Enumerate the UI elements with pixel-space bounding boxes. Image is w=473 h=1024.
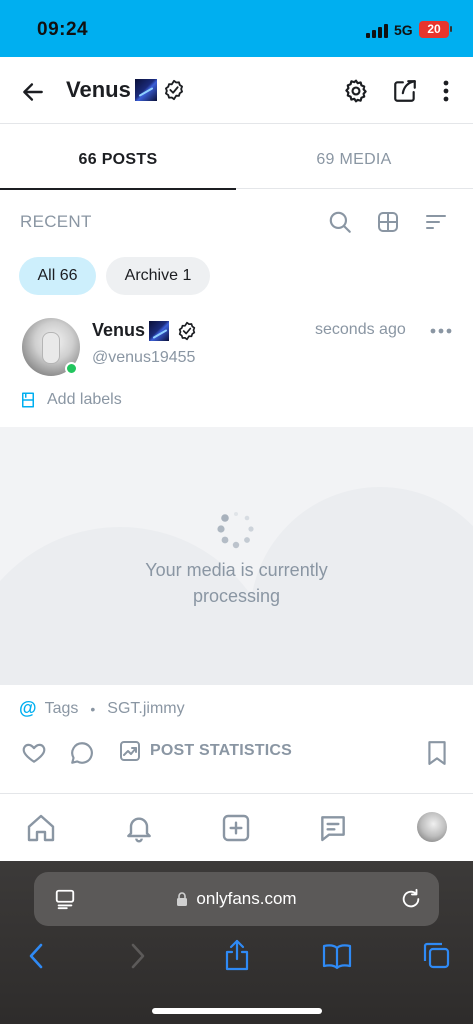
page-title: Venus [66, 77, 185, 103]
tagged-user[interactable]: SGT.jimmy [107, 700, 184, 718]
battery-icon: 20 [419, 21, 452, 38]
add-labels-text: Add labels [47, 391, 122, 408]
profile-name: Venus [66, 77, 131, 102]
search-icon[interactable] [326, 208, 354, 236]
at-icon: @ [19, 698, 37, 718]
chevron-right-icon[interactable] [124, 941, 152, 971]
tab-posts[interactable]: 66 POSTS [0, 131, 236, 190]
more-vertical-icon[interactable] [436, 77, 456, 105]
bottom-navigation [0, 793, 473, 861]
lock-icon [176, 892, 188, 906]
filter-archive-chip[interactable]: Archive 1 [106, 257, 210, 295]
profile-tabs: 66 POSTS 69 MEDIA [0, 131, 473, 190]
home-indicator [152, 1008, 322, 1014]
reload-icon[interactable] [398, 886, 424, 912]
heart-icon[interactable] [20, 739, 48, 767]
post-statistics-label: POST STATISTICS [150, 742, 292, 759]
network-type: 5G [394, 22, 413, 38]
filter-all-chip[interactable]: All 66 [19, 257, 96, 295]
tab-media[interactable]: 69 MEDIA [236, 131, 472, 189]
label-icon [19, 391, 37, 409]
galaxy-emoji [134, 79, 157, 101]
more-horizontal-icon[interactable] [428, 321, 454, 341]
signal-icon [366, 24, 388, 38]
bell-icon[interactable] [122, 811, 156, 845]
book-icon[interactable] [320, 941, 354, 971]
profile-avatar[interactable] [417, 812, 447, 842]
share-up-icon[interactable] [222, 939, 252, 971]
address-bar[interactable]: onlyfans.com [34, 872, 439, 926]
status-bar: 09:24 5G 20 [0, 0, 473, 57]
gear-icon[interactable] [342, 77, 370, 105]
galaxy-emoji [149, 320, 170, 341]
stats-icon [118, 739, 142, 763]
sort-icon[interactable] [422, 208, 450, 236]
post-time: seconds ago [315, 321, 406, 338]
section-title: RECENT [20, 212, 92, 231]
verified-icon [163, 79, 185, 101]
media-processing: Your media is currently processing [0, 427, 473, 685]
processing-message: Your media is currently processing [145, 560, 328, 606]
home-icon[interactable] [24, 811, 58, 845]
browser-toolbar: onlyfans.com [0, 861, 473, 1024]
post-author-name: Venus [92, 320, 146, 340]
bookmark-icon[interactable] [424, 739, 450, 767]
chevron-left-icon[interactable] [22, 941, 50, 971]
spinner-icon [212, 507, 260, 555]
post-author[interactable]: Venus [92, 320, 197, 341]
messages-icon[interactable] [316, 811, 350, 845]
tags-label: Tags [44, 699, 79, 717]
post-tags: @ Tags • SGT.jimmy [19, 698, 185, 719]
url-display: onlyfans.com [34, 872, 439, 926]
status-time: 09:24 [37, 19, 89, 40]
post-handle[interactable]: @venus19455 [92, 349, 195, 367]
back-arrow-icon[interactable] [18, 77, 48, 107]
url-text: onlyfans.com [196, 889, 297, 908]
online-indicator [65, 362, 78, 375]
separator-dot: • [90, 700, 96, 717]
verified-icon [177, 321, 197, 341]
share-icon[interactable] [391, 77, 419, 105]
add-labels-button[interactable]: Add labels [19, 391, 122, 409]
comment-icon[interactable] [68, 739, 96, 767]
post-statistics-button[interactable]: POST STATISTICS [118, 739, 292, 763]
tabs-icon[interactable] [420, 939, 452, 971]
grid-icon[interactable] [374, 208, 402, 236]
add-icon[interactable] [219, 811, 253, 845]
profile-header: Venus [0, 57, 473, 124]
